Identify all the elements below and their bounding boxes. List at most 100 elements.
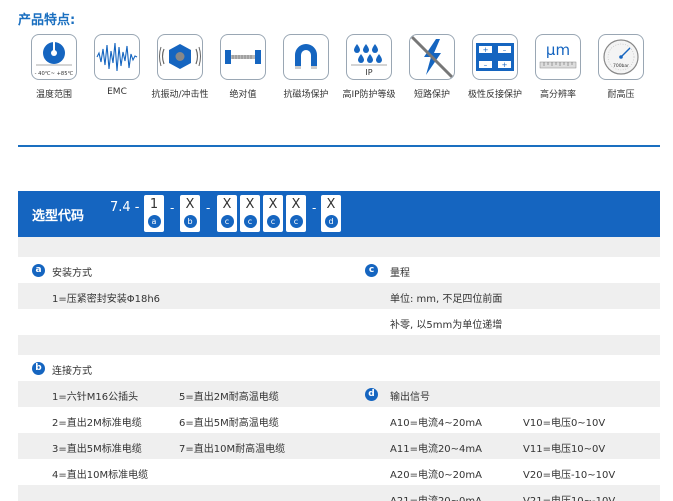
feature-absolute: 绝对值	[213, 34, 273, 100]
feature-polarity: + – – + 极性反接保护	[465, 34, 525, 100]
table-row	[18, 237, 660, 257]
code-slot-badge: a	[147, 215, 161, 228]
code-slot: 1 a	[144, 195, 164, 232]
feature-label: 抗磁场保护	[283, 90, 329, 100]
list-item: 6=直出5M耐高温电缆	[179, 418, 279, 429]
spec-table: a 安装方式 c 量程 1=压紧密封安装Φ18h6 单位: mm, 不足四位前面…	[18, 237, 660, 501]
short-circuit-icon	[409, 34, 455, 80]
table-row: a 安装方式 c 量程	[18, 257, 660, 283]
code-slot-badge: c	[243, 215, 257, 228]
emc-wave-icon	[94, 34, 140, 80]
code-slot: X c	[217, 195, 237, 232]
section-b-title: 连接方式	[52, 366, 92, 377]
list-item: A10=电流4~20mA	[390, 418, 482, 429]
list-item: V11=电压10~0V	[523, 444, 606, 455]
feature-label: 耐高压	[607, 90, 635, 100]
model-code-bar: 选型代码 7.4 - 1 a - X b - X c X c X c X c -…	[18, 191, 660, 237]
feature-magnet: 抗磁场保护	[276, 34, 336, 100]
list-item: 补零, 以5mm为单位递增	[390, 320, 503, 331]
list-item: 7=直出10M耐高温电缆	[179, 444, 286, 455]
code-slot-char: X	[245, 197, 255, 212]
svg-text:–: –	[484, 61, 488, 69]
code-slot-badge: c	[289, 215, 303, 228]
code-slot-char: X	[326, 197, 336, 212]
svg-text:- 40℃~ +85℃: - 40℃~ +85℃	[35, 71, 74, 77]
code-separator: -	[206, 201, 211, 215]
pressure-gauge-icon: 700bar	[598, 34, 644, 80]
code-slot-char: 1	[149, 197, 159, 212]
table-row: A21=电流20~0mA V21=电压10~-10V	[18, 485, 660, 501]
thermometer-icon: - 40℃~ +85℃	[31, 34, 77, 80]
list-item: 2=直出2M标准电缆	[52, 418, 142, 429]
table-row: 2=直出2M标准电缆 6=直出5M耐高温电缆 A10=电流4~20mA V10=…	[18, 407, 660, 433]
list-item: A20=电流0~20mA	[390, 470, 482, 481]
table-row: 3=直出5M标准电缆 7=直出10M耐高温电缆 A11=电流20~4mA V11…	[18, 433, 660, 459]
feature-label: 短路保护	[413, 90, 450, 100]
list-item: V10=电压0~10V	[523, 418, 606, 429]
table-row	[18, 335, 660, 355]
svg-text:+: +	[502, 61, 508, 69]
code-slot: X b	[180, 195, 200, 232]
code-slot-char: X	[268, 197, 278, 212]
polarity-icon: + – – +	[472, 34, 518, 80]
vibration-nut-icon	[157, 34, 203, 80]
feature-ip: IP 高IP防护等级	[339, 34, 399, 100]
feature-label: 高分辨率	[539, 90, 576, 100]
list-item: 5=直出2M耐高温电缆	[179, 392, 279, 403]
code-separator: -	[170, 201, 175, 215]
features-title: 产品特点:	[18, 13, 76, 28]
svg-text:IP: IP	[365, 68, 372, 77]
code-slot-char: X	[291, 197, 301, 212]
list-item: A11=电流20~4mA	[390, 444, 482, 455]
table-row: b 连接方式	[18, 355, 660, 381]
code-slot-badge: c	[220, 215, 234, 228]
table-row: 1=六针M16公插头 5=直出2M耐高温电缆 d 输出信号	[18, 381, 660, 407]
list-item: A21=电流20~0mA	[390, 492, 482, 501]
svg-text:–: –	[503, 46, 507, 54]
feature-label: 高IP防护等级	[342, 90, 396, 100]
feature-emc: EMC	[87, 34, 147, 97]
feature-pressure: 700bar 耐高压	[591, 34, 651, 100]
list-item: 1=压紧密封安装Φ18h6	[52, 294, 161, 305]
list-item: V21=电压10~-10V	[523, 492, 615, 501]
absolute-scale-icon	[220, 34, 266, 80]
list-item: 单位: mm, 不足四位前面	[390, 294, 503, 305]
section-divider	[18, 145, 660, 147]
feature-label: 极性反接保护	[467, 90, 522, 100]
section-d-badge: d	[365, 388, 378, 401]
code-slot-char: X	[222, 197, 232, 212]
feature-label: 绝对值	[229, 90, 257, 100]
model-code-title: 选型代码	[32, 209, 85, 224]
table-row: 1=压紧密封安装Φ18h6 单位: mm, 不足四位前面	[18, 283, 660, 309]
feature-label: 抗振动/冲击性	[151, 90, 209, 100]
list-item: V20=电压-10~10V	[523, 470, 616, 481]
section-a-title: 安装方式	[52, 268, 92, 279]
code-slot-badge: b	[183, 215, 197, 228]
code-slot: X d	[321, 195, 341, 232]
section-c-badge: c	[365, 264, 378, 277]
code-separator: -	[312, 201, 317, 215]
table-row: 补零, 以5mm为单位递增	[18, 309, 660, 335]
list-item: 3=直出5M标准电缆	[52, 444, 142, 455]
code-slot-char: X	[185, 197, 195, 212]
feature-vibration: 抗振动/冲击性	[150, 34, 210, 100]
features-row: - 40℃~ +85℃ 温度范围 EMC 抗振动/冲击性 绝对值 抗磁场保护 I…	[24, 34, 644, 106]
ip-drops-icon: IP	[346, 34, 392, 80]
svg-text:μm: μm	[546, 41, 570, 59]
feature-resolution: μm 高分辨率	[528, 34, 588, 100]
code-slot: X c	[286, 195, 306, 232]
model-code-prefix: 7.4 -	[110, 200, 140, 215]
section-d-title: 输出信号	[390, 392, 430, 403]
section-b-badge: b	[32, 362, 45, 375]
feature-short-circuit: 短路保护	[402, 34, 462, 100]
code-slot-badge: c	[266, 215, 280, 228]
svg-text:+: +	[483, 46, 489, 54]
code-slot: X c	[263, 195, 283, 232]
feature-temperature: - 40℃~ +85℃ 温度范围	[24, 34, 84, 100]
section-c-title: 量程	[390, 268, 410, 279]
micron-ruler-icon: μm	[535, 34, 581, 80]
feature-label: EMC	[107, 87, 127, 97]
section-a-badge: a	[32, 264, 45, 277]
table-row: 4=直出10M标准电缆 A20=电流0~20mA V20=电压-10~10V	[18, 459, 660, 485]
svg-text:700bar: 700bar	[613, 63, 629, 69]
